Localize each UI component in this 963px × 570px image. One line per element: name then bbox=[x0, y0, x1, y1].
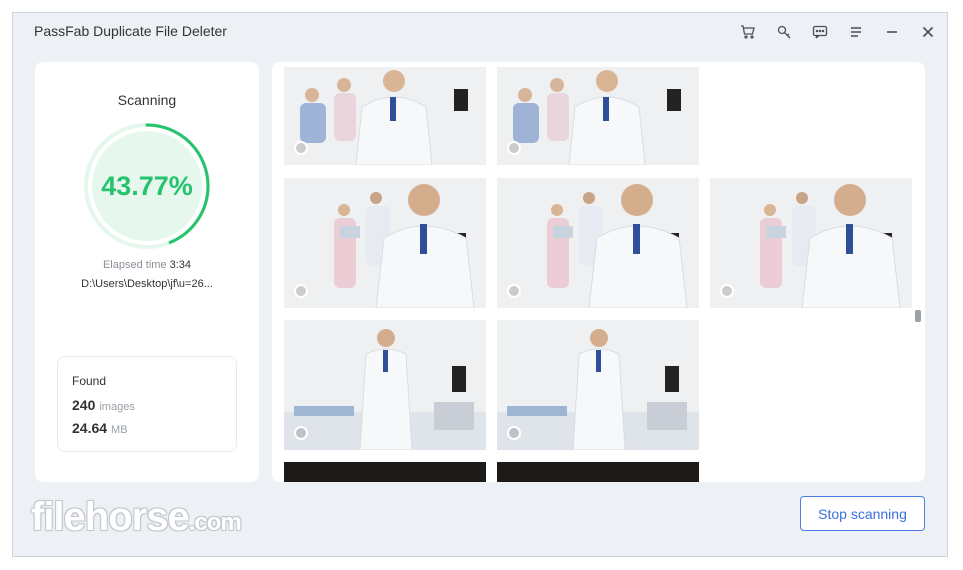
image-thumbnail[interactable] bbox=[284, 67, 486, 165]
found-size-unit: MB bbox=[111, 424, 128, 436]
select-checkbox[interactable] bbox=[720, 284, 734, 298]
image-thumbnail[interactable] bbox=[497, 178, 699, 308]
found-images: 240 images bbox=[72, 397, 135, 413]
watermark-main: filehorse bbox=[31, 495, 190, 539]
menu-icon[interactable] bbox=[845, 21, 867, 43]
select-checkbox[interactable] bbox=[507, 284, 521, 298]
found-images-count: 240 bbox=[72, 397, 96, 413]
scan-status-label: Scanning bbox=[117, 92, 177, 108]
select-checkbox[interactable] bbox=[507, 141, 521, 155]
feedback-icon[interactable] bbox=[809, 21, 831, 43]
found-summary-card: Found 240 images 24.64 MB bbox=[57, 356, 237, 452]
select-checkbox[interactable] bbox=[507, 426, 521, 440]
image-thumbnail[interactable] bbox=[284, 320, 486, 450]
found-title: Found bbox=[72, 374, 107, 388]
watermark-logo: filehorse.com bbox=[31, 495, 242, 540]
elapsed-time: Elapsed time 3:34 bbox=[35, 259, 259, 271]
key-icon[interactable] bbox=[773, 21, 795, 43]
image-thumbnail[interactable] bbox=[710, 178, 912, 308]
found-size: 24.64 MB bbox=[72, 420, 128, 436]
image-thumbnail-partial[interactable] bbox=[497, 462, 699, 482]
image-thumbnail[interactable] bbox=[497, 320, 699, 450]
found-size-value: 24.64 bbox=[72, 420, 108, 436]
select-checkbox[interactable] bbox=[294, 284, 308, 298]
watermark-suffix: .com bbox=[188, 509, 242, 536]
cart-icon[interactable] bbox=[737, 21, 759, 43]
close-icon[interactable] bbox=[917, 21, 939, 43]
duplicate-images-grid[interactable] bbox=[272, 62, 925, 482]
image-thumbnail-partial[interactable] bbox=[284, 462, 486, 482]
grid-scrollbar[interactable] bbox=[915, 310, 921, 322]
minimize-icon[interactable] bbox=[881, 21, 903, 43]
select-checkbox[interactable] bbox=[294, 141, 308, 155]
select-checkbox[interactable] bbox=[294, 426, 308, 440]
app-window: PassFab Duplicate File Deleter Scanning … bbox=[12, 12, 948, 557]
progress-percent: 43.77% bbox=[101, 170, 193, 201]
title-bar-actions bbox=[737, 21, 939, 43]
current-scan-path: D:\Users\Desktop\jf\u=26... bbox=[81, 278, 213, 290]
elapsed-value: 3:34 bbox=[169, 259, 192, 271]
app-title: PassFab Duplicate File Deleter bbox=[34, 23, 227, 39]
elapsed-label: Elapsed time bbox=[102, 259, 167, 271]
image-thumbnail[interactable] bbox=[497, 67, 699, 165]
stop-scanning-button[interactable]: Stop scanning bbox=[800, 496, 925, 531]
found-images-unit: images bbox=[99, 401, 135, 413]
title-bar: PassFab Duplicate File Deleter bbox=[13, 13, 947, 51]
scan-status-panel: Scanning 43.77% Elapsed time 3:34 D:\Use… bbox=[35, 62, 259, 482]
image-thumbnail[interactable] bbox=[284, 178, 486, 308]
